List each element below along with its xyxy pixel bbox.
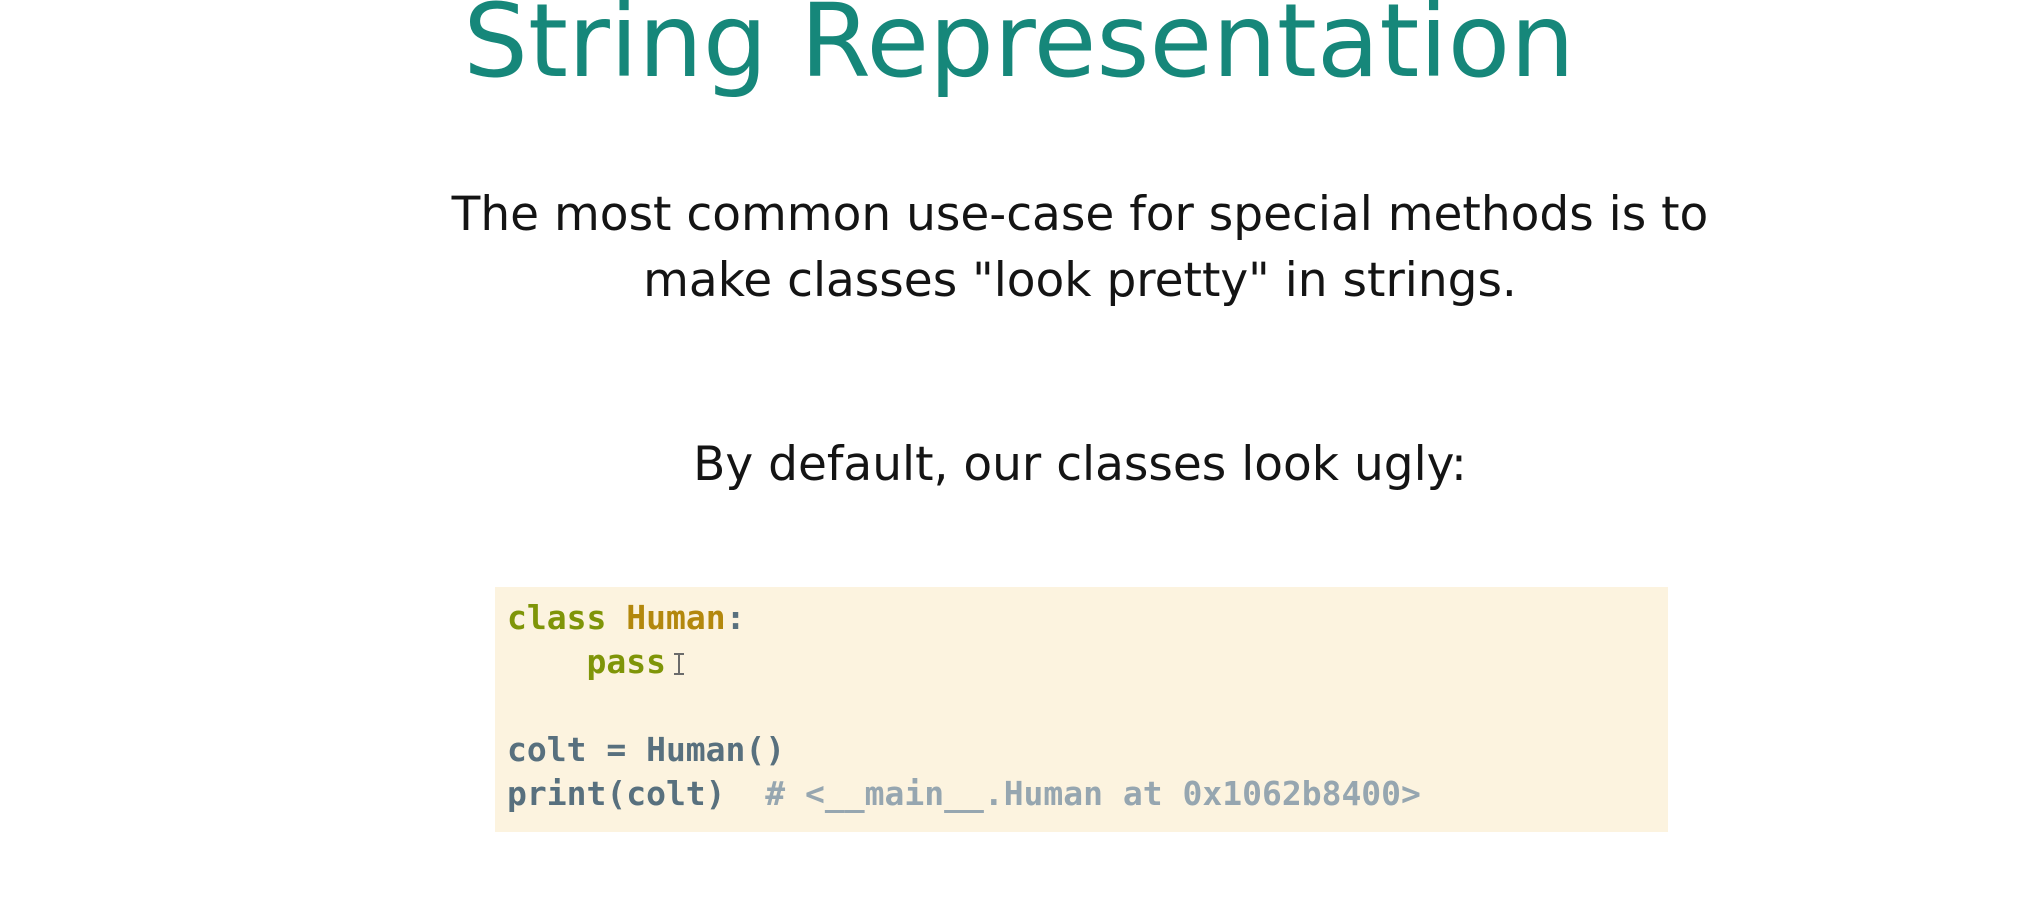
code-line-5: print(colt) # <__main__.Human at 0x1062b… xyxy=(507,772,1668,816)
intro-paragraph: The most common use-case for special met… xyxy=(0,182,2038,314)
code-line-1: class Human: xyxy=(507,596,1668,640)
class-colon: : xyxy=(725,598,746,637)
code-line-4: colt = Human() xyxy=(507,730,786,769)
subheading: By default, our classes look ugly: xyxy=(693,437,1467,492)
code-line-2: pass xyxy=(507,640,1668,684)
code-block: class Human: pass colt = Human() print(c… xyxy=(495,587,1668,832)
class-keyword: class xyxy=(507,598,607,637)
output-comment: # <__main__.Human at 0x1062b8400> xyxy=(765,774,1421,813)
intro-line-1: The most common use-case for special met… xyxy=(451,187,1709,242)
intro-line-2: make classes "look pretty" in strings. xyxy=(643,253,1517,308)
class-name: Human xyxy=(626,598,726,637)
i-beam-cursor-icon xyxy=(672,653,686,675)
pass-keyword: pass xyxy=(586,642,666,681)
print-call: print(colt) xyxy=(507,774,766,813)
slide-title: String Representation xyxy=(463,0,1575,101)
